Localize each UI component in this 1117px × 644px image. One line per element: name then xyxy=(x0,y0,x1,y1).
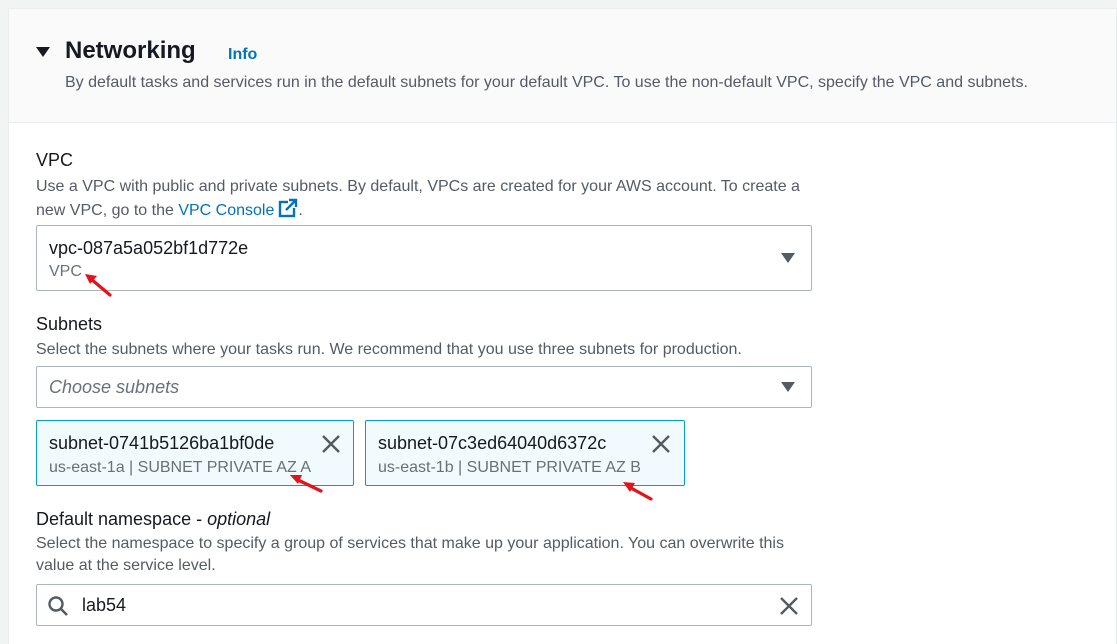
info-link[interactable]: Info xyxy=(228,46,257,64)
subnets-label: Subnets xyxy=(36,314,103,334)
subnet-token-detail: us-east-1b | SUBNET PRIVATE AZ B xyxy=(378,459,641,476)
subnets-select[interactable]: Choose subnets xyxy=(36,366,812,408)
namespace-description: Select the namespace to specify a group … xyxy=(36,535,784,574)
annotation-arrow-icon xyxy=(85,274,112,297)
subnet-token-id: subnet-07c3ed64040d6372c xyxy=(378,433,607,453)
collapse-caret-icon[interactable] xyxy=(36,47,50,57)
search-icon xyxy=(47,595,69,617)
namespace-label-text: Default namespace - xyxy=(36,509,203,529)
namespace-input-value[interactable]: lab54 xyxy=(82,595,126,616)
subnet-token: subnet-07c3ed64040d6372c us-east-1b | SU… xyxy=(365,420,685,486)
section-description: By default tasks and services run in the… xyxy=(65,74,1028,91)
chevron-down-icon xyxy=(781,253,795,263)
vpc-selected-value: vpc-087a5a052bf1d772e xyxy=(49,238,249,258)
vpc-description: Use a VPC with public and private subnet… xyxy=(36,176,826,225)
vpc-label: VPC xyxy=(36,150,74,170)
subnets-placeholder: Choose subnets xyxy=(49,377,180,397)
annotation-arrow-icon xyxy=(290,475,323,493)
vpc-description-text: Use a VPC with public and private subnet… xyxy=(36,178,800,219)
namespace-search-field[interactable]: lab54 xyxy=(36,584,812,626)
section-title: Networking xyxy=(65,37,196,64)
subnets-description: Select the subnets where your tasks run.… xyxy=(36,341,742,358)
vpc-select[interactable]: vpc-087a5a052bf1d772e VPC xyxy=(36,225,812,291)
vpc-console-link[interactable]: VPC Console xyxy=(178,202,274,219)
annotation-arrow-icon xyxy=(623,482,653,501)
namespace-label: Default namespace - optional xyxy=(36,509,270,530)
namespace-optional-tag: optional xyxy=(207,509,271,529)
remove-subnet-close-icon[interactable] xyxy=(320,433,342,455)
chevron-down-icon xyxy=(781,382,795,392)
subnet-token-id: subnet-0741b5126ba1bf0de xyxy=(49,433,275,453)
remove-subnet-close-icon[interactable] xyxy=(650,433,672,455)
subnet-token-detail: us-east-1a | SUBNET PRIVATE AZ A xyxy=(49,459,312,476)
clear-close-icon[interactable] xyxy=(778,595,800,617)
vpc-description-end: . xyxy=(298,202,303,219)
external-link-icon[interactable] xyxy=(278,198,298,225)
panel-header: Networking Info By default tasks and ser… xyxy=(9,9,1116,123)
vpc-selected-label: VPC xyxy=(49,263,82,280)
